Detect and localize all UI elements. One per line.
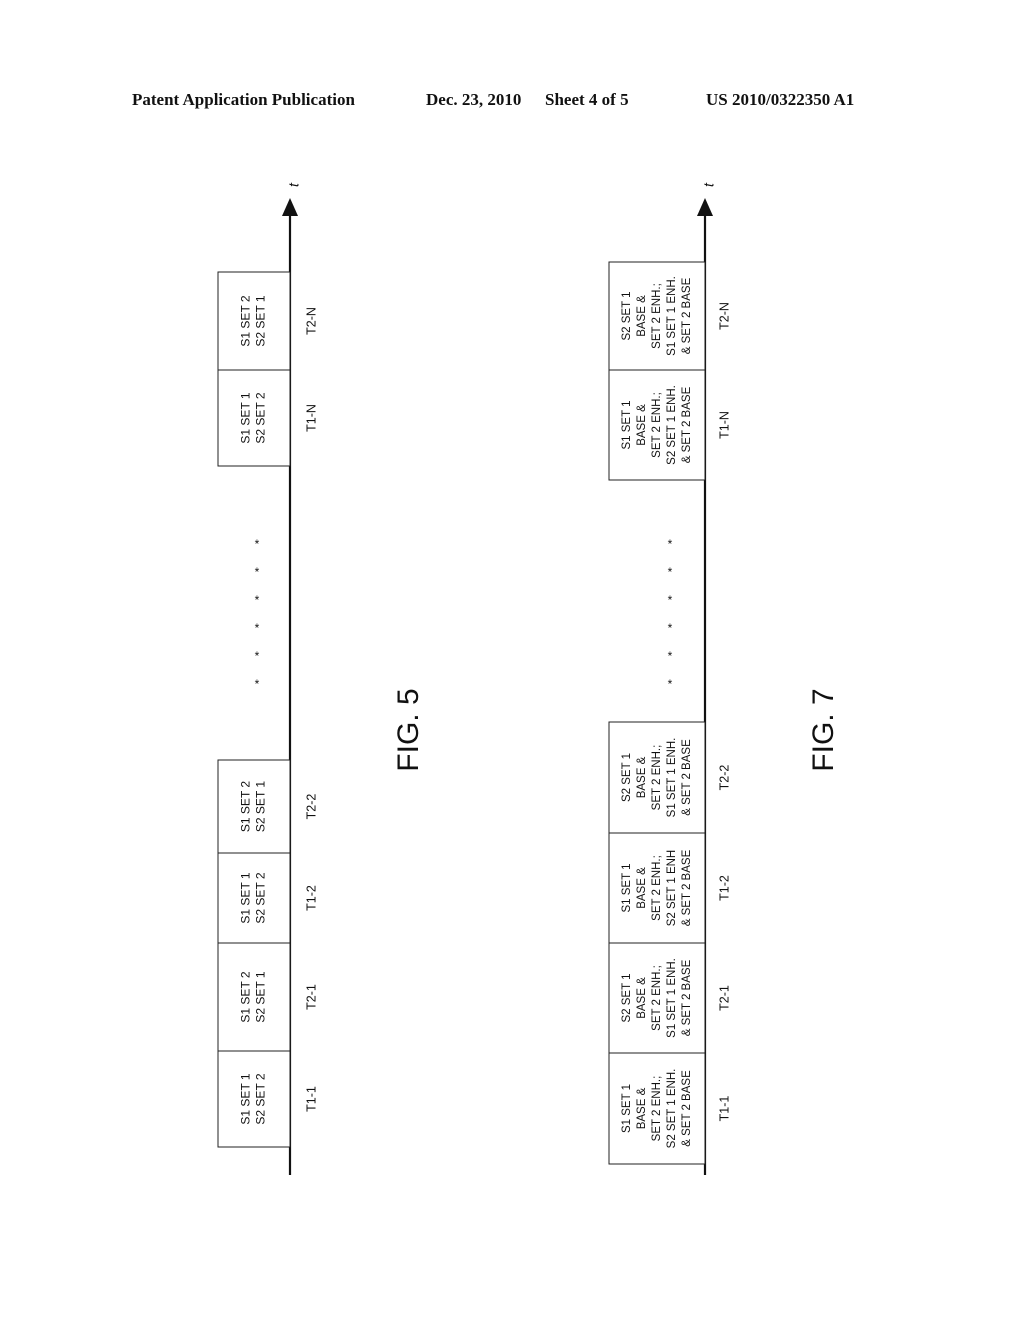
slot-content-line: SET 2 ENH.; — [651, 855, 663, 921]
slot-content-line: S2 SET 2 — [254, 872, 268, 923]
slot-content-line: S2 SET 2 — [254, 1073, 268, 1124]
ellipsis-mark: * — [255, 565, 260, 579]
time-slot-label: T2-1 — [717, 985, 731, 1011]
slot-content-line: BASE & — [636, 404, 648, 446]
time-slot-label: T1-2 — [717, 875, 731, 901]
time-slot: S1 SET 1 S2 SET 2 T1-2 — [217, 852, 318, 944]
time-slot-label: T1-1 — [304, 1086, 318, 1112]
figure-caption: FIG. 5 — [392, 688, 425, 771]
figure-caption: FIG. 7 — [807, 688, 840, 771]
slot-content-line: S1 SET 1 ENH. — [666, 958, 678, 1038]
ellipsis-mark: * — [668, 621, 673, 635]
slot-content-line: S2 SET 1 ENH. — [666, 385, 678, 465]
slot-content-line: & SET 2 BASE — [681, 739, 693, 816]
time-slot: S1 SET 1 BASE & SET 2 ENH.; S2 SET 1 ENH. & … — [608, 1052, 731, 1165]
time-slot-label: T1-N — [717, 411, 731, 439]
time-slot-label: T1-N — [304, 404, 318, 432]
slot-content-line: BASE & — [636, 756, 648, 798]
slot-content-line: S1 SET 1 — [621, 1084, 633, 1133]
time-slot: S1 SET 2 S2 SET 1 T2-2 — [217, 759, 318, 854]
time-slot-label: T2-2 — [717, 765, 731, 791]
time-slot: S1 SET 1 S2 SET 2 T1-1 — [217, 1050, 318, 1148]
ellipsis-mark: * — [255, 621, 260, 635]
slot-content-line: SET 2 ENH.; — [651, 965, 663, 1031]
time-slot: S1 SET 1 BASE & SET 2 ENH.; S2 SET 1 ENH & S… — [608, 832, 731, 944]
time-slot-label: T1-1 — [717, 1096, 731, 1122]
slot-content-line: SET 2 ENH.; — [651, 1076, 663, 1142]
fig7-figure: tS1 SET 1 BASE & SET 2 ENH.; S2 SET 1 ENH. &… — [608, 182, 840, 1175]
slot-content-line: S1 SET 2 — [239, 781, 253, 832]
time-slot: S1 SET 1 S2 SET 2 T1-N — [217, 369, 318, 467]
slot-content-line: S1 SET 1 ENH. — [666, 738, 678, 818]
slot-content-line: SET 2 ENH.; — [651, 283, 663, 349]
ellipsis-mark: * — [668, 649, 673, 663]
time-axis-arrowhead-icon — [282, 198, 298, 216]
patent-drawing: tS1 SET 1 S2 SET 2 T1-1S1 SET 2 S2 SET 1 T2-… — [217, 182, 840, 1175]
slot-content-line: S2 SET 1 — [621, 753, 633, 802]
ellipsis-mark: * — [255, 649, 260, 663]
slot-content-line: S2 SET 1 ENH. — [666, 1069, 678, 1149]
ellipsis-mark: * — [668, 537, 673, 551]
slot-content-line: S2 SET 2 — [254, 392, 268, 443]
slot-content-line: & SET 2 BASE — [681, 386, 693, 463]
slot-content-line: S2 SET 1 — [254, 971, 268, 1022]
fig5-figure: tS1 SET 1 S2 SET 2 T1-1S1 SET 2 S2 SET 1 T2-… — [217, 182, 425, 1175]
slot-content-line: S2 SET 1 — [254, 295, 268, 346]
time-axis-arrowhead-icon — [697, 198, 713, 216]
time-slot: S2 SET 1 BASE & SET 2 ENH.; S1 SET 1 ENH. & … — [608, 721, 731, 834]
slot-content-line: S2 SET 1 — [621, 291, 633, 340]
slot-content-line: & SET 2 BASE — [681, 277, 693, 354]
time-slot: S2 SET 1 BASE & SET 2 ENH.; S1 SET 1 ENH. & … — [608, 942, 731, 1054]
slot-content-line: S2 SET 1 — [621, 973, 633, 1022]
time-slot: S1 SET 2 S2 SET 1 T2-N — [217, 271, 318, 371]
slot-content-line: S1 SET 1 — [239, 872, 253, 923]
slot-content-line: SET 2 ENH.; — [651, 392, 663, 458]
slot-content-line: S1 SET 1 — [239, 392, 253, 443]
slot-content-line: S1 SET 1 ENH. — [666, 276, 678, 356]
slot-content-line: S1 SET 2 — [239, 971, 253, 1022]
slot-content-line: BASE & — [636, 295, 648, 337]
time-slot-label: T1-2 — [304, 885, 318, 911]
ellipsis-mark: * — [668, 677, 673, 691]
slot-content-line: S1 SET 1 — [621, 400, 633, 449]
ellipsis-mark: * — [668, 565, 673, 579]
ellipsis-mark: * — [255, 593, 260, 607]
time-slot-label: T2-1 — [304, 984, 318, 1010]
ellipsis-mark: * — [668, 593, 673, 607]
time-slot: S1 SET 2 S2 SET 1 T2-1 — [217, 942, 318, 1052]
slot-content-line: BASE & — [636, 1087, 648, 1129]
slot-content-line: BASE & — [636, 977, 648, 1019]
ellipsis-mark: * — [255, 677, 260, 691]
time-slot-label: T2-2 — [304, 794, 318, 820]
time-slot: S2 SET 1 BASE & SET 2 ENH.; S1 SET 1 ENH. & … — [608, 261, 731, 371]
slot-content-line: & SET 2 BASE — [681, 849, 693, 926]
slot-content-line: S1 SET 2 — [239, 295, 253, 346]
time-slot-label: T2-N — [717, 302, 731, 330]
slot-content-line: S2 SET 1 ENH — [666, 850, 678, 927]
time-axis-label: t — [286, 182, 302, 187]
slot-content-line: S2 SET 1 — [254, 781, 268, 832]
slot-content-line: S1 SET 1 — [239, 1073, 253, 1124]
slot-content-line: & SET 2 BASE — [681, 959, 693, 1036]
ellipsis-mark: * — [255, 537, 260, 551]
slot-content-line: S1 SET 1 — [621, 863, 633, 912]
slot-content-line: BASE & — [636, 867, 648, 909]
time-slot-label: T2-N — [304, 307, 318, 335]
slot-content-line: & SET 2 BASE — [681, 1070, 693, 1147]
time-axis-label: t — [701, 182, 717, 187]
slot-content-line: SET 2 ENH.; — [651, 745, 663, 811]
time-slot: S1 SET 1 BASE & SET 2 ENH.; S2 SET 1 ENH. & … — [608, 369, 731, 481]
